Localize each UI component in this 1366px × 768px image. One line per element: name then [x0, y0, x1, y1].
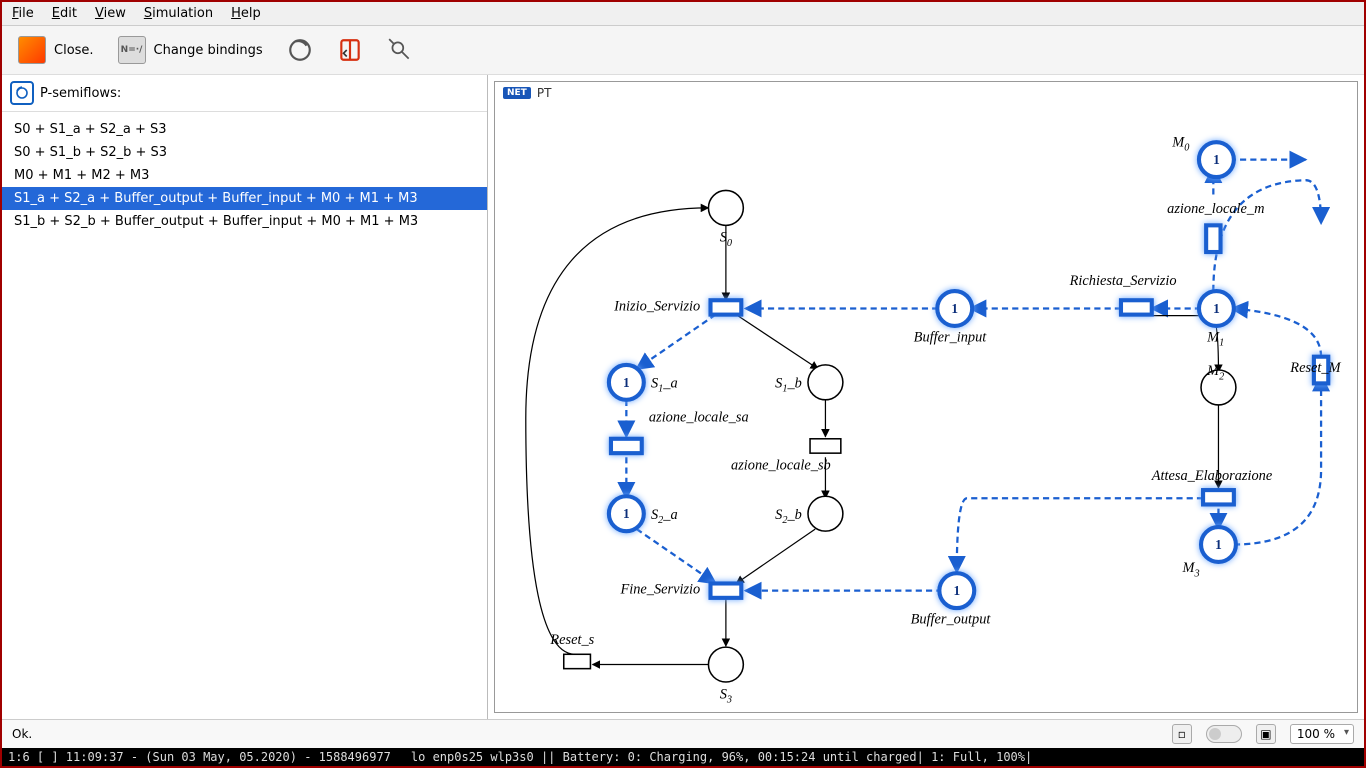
svg-text:1: 1	[1213, 301, 1220, 316]
semiflows-list[interactable]: S0 + S1_a + S2_a + S3 S0 + S1_b + S2_b +…	[2, 112, 487, 719]
list-item[interactable]: S1_a + S2_a + Buffer_output + Buffer_inp…	[2, 187, 487, 210]
svg-text:1: 1	[951, 301, 958, 316]
main-area: P-semiflows: S0 + S1_a + S2_a + S3 S0 + …	[2, 75, 1364, 719]
svg-text:S3: S3	[720, 686, 732, 705]
list-item[interactable]: M0 + M1 + M2 + M3	[2, 164, 487, 187]
semiflows-panel: P-semiflows: S0 + S1_a + S2_a + S3 S0 + …	[2, 75, 488, 719]
canvas-frame: NET PT	[494, 81, 1358, 713]
svg-text:Reset_s: Reset_s	[549, 632, 594, 648]
panel-header: P-semiflows:	[2, 75, 487, 112]
menu-help[interactable]: Help	[231, 6, 261, 21]
view-toggle[interactable]	[1206, 725, 1242, 743]
svg-text:M0: M0	[1171, 134, 1189, 153]
bindings-label: Change bindings	[154, 43, 263, 58]
zoom-out-button[interactable]: ▫	[1172, 724, 1192, 744]
panel-title: P-semiflows:	[40, 86, 121, 101]
toolbar: Close. N=·/ Change bindings	[2, 26, 1364, 75]
svg-text:Richiesta_Servizio: Richiesta_Servizio	[1069, 273, 1177, 289]
list-item[interactable]: S0 + S1_a + S2_a + S3	[2, 118, 487, 141]
svg-text:1: 1	[953, 583, 960, 598]
close-button[interactable]: Close.	[18, 36, 94, 64]
svg-text:Inizio_Servizio: Inizio_Servizio	[613, 299, 700, 315]
sys-mid: lo enp0s25 wlp3s0 || Battery: 0: Chargin…	[411, 750, 1032, 764]
menu-simulation[interactable]: Simulation	[144, 6, 213, 21]
menu-file[interactable]: File	[12, 6, 34, 21]
svg-text:Fine_Servizio: Fine_Servizio	[619, 582, 700, 598]
svg-text:S2_b: S2_b	[775, 507, 802, 526]
svg-text:1: 1	[1215, 537, 1222, 552]
list-item[interactable]: S0 + S1_b + S2_b + S3	[2, 141, 487, 164]
canvas-title: PT	[537, 86, 552, 100]
svg-text:azione_locale_m: azione_locale_m	[1167, 201, 1264, 217]
svg-text:S1_a: S1_a	[651, 375, 678, 394]
change-bindings-button[interactable]: N=·/ Change bindings	[118, 36, 263, 64]
zoom-combo[interactable]: 100 %	[1290, 724, 1354, 744]
status-right: ▫ ▣ 100 %	[1172, 724, 1354, 744]
zoom-in-button[interactable]: ▣	[1256, 724, 1276, 744]
close-icon	[18, 36, 46, 64]
svg-text:Buffer_input: Buffer_input	[914, 329, 988, 345]
bindings-icon: N=·/	[118, 36, 146, 64]
status-text: Ok.	[12, 727, 32, 741]
sys-left: 1:6 [ ] 11:09:37 - (Sun 03 May, 05.2020)…	[8, 750, 391, 764]
svg-text:Reset_M: Reset_M	[1289, 360, 1341, 376]
svg-text:1: 1	[1213, 152, 1220, 167]
canvas-title-bar: NET PT	[495, 82, 1357, 104]
petri-net-canvas[interactable]: Inizio_Servizio azione_locale_sa azione_…	[495, 104, 1357, 712]
svg-text:azione_locale_sb: azione_locale_sb	[731, 458, 831, 474]
canvas-panel: NET PT	[488, 75, 1364, 719]
svg-text:azione_locale_sa: azione_locale_sa	[649, 409, 749, 425]
toolbar-icon-1[interactable]	[287, 37, 313, 63]
net-icon: NET	[503, 87, 531, 99]
svg-text:1: 1	[623, 375, 630, 390]
svg-text:1: 1	[623, 506, 630, 521]
toolbar-icon-3[interactable]	[387, 37, 413, 63]
svg-text:M3: M3	[1182, 560, 1200, 579]
statusbar: Ok. ▫ ▣ 100 %	[2, 719, 1364, 748]
menubar: File Edit View Simulation Help	[2, 2, 1364, 26]
menu-edit[interactable]: Edit	[52, 6, 77, 21]
menu-view[interactable]: View	[95, 6, 126, 21]
close-label: Close.	[54, 43, 94, 58]
toolbar-icon-2[interactable]	[337, 37, 363, 63]
svg-text:S2_a: S2_a	[651, 507, 678, 526]
semiflows-icon	[10, 81, 34, 105]
svg-text:M1: M1	[1206, 329, 1224, 348]
svg-text:S1_b: S1_b	[775, 375, 802, 394]
list-item[interactable]: S1_b + S2_b + Buffer_output + Buffer_inp…	[2, 210, 487, 233]
system-bar: 1:6 [ ] 11:09:37 - (Sun 03 May, 05.2020)…	[2, 748, 1364, 766]
svg-text:Attesa_Elaborazione: Attesa_Elaborazione	[1151, 468, 1273, 484]
svg-text:Buffer_output: Buffer_output	[911, 612, 992, 628]
